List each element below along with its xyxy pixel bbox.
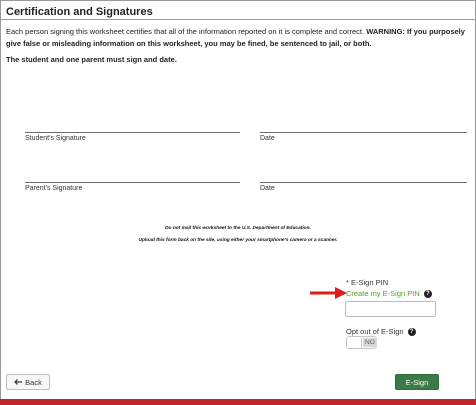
opt-out-toggle[interactable]: NO xyxy=(346,336,377,349)
toggle-knob[interactable] xyxy=(347,337,362,348)
esign-button[interactable]: E-Sign xyxy=(395,374,439,390)
student-signature-label: Student's Signature xyxy=(25,135,86,142)
back-button-label: Back xyxy=(25,377,42,387)
signing-requirement: The student and one parent must sign and… xyxy=(6,55,177,64)
certification-text: Each person signing this worksheet certi… xyxy=(6,26,468,50)
upload-note: Upload this form back on the site, using… xyxy=(138,238,338,243)
create-pin-link[interactable]: Create my E-Sign PIN ? xyxy=(346,289,432,299)
student-date-line xyxy=(260,132,467,133)
help-icon[interactable]: ? xyxy=(423,290,432,299)
arrow-left-icon xyxy=(14,379,23,385)
esign-pin-label-text: E-Sign PIN xyxy=(351,278,389,287)
create-pin-link-text[interactable]: Create my E-Sign PIN xyxy=(346,289,420,298)
footer-bar xyxy=(0,399,476,405)
esign-pin-input[interactable] xyxy=(345,301,436,317)
parent-date-line xyxy=(260,182,467,183)
esign-pin-label: * E-Sign PIN xyxy=(346,278,388,287)
section-title: Certification and Signatures xyxy=(6,6,153,18)
parent-signature-line xyxy=(25,182,240,183)
title-divider xyxy=(0,19,476,20)
opt-out-label-text: Opt out of E-Sign xyxy=(346,327,404,336)
student-signature-line xyxy=(25,132,240,133)
required-marker: * xyxy=(346,278,349,287)
parent-signature-label: Parent's Signature xyxy=(25,185,83,192)
do-not-mail-note: Do not mail this worksheet to the U.S. D… xyxy=(165,226,311,231)
student-date-label: Date xyxy=(260,135,275,142)
help-icon[interactable]: ? xyxy=(407,328,416,337)
toggle-state-label: NO xyxy=(363,338,377,347)
opt-out-label: Opt out of E-Sign ? xyxy=(346,327,416,337)
esign-button-label: E-Sign xyxy=(405,377,429,387)
certification-intro: Each person signing this worksheet certi… xyxy=(6,27,367,36)
back-button[interactable]: Back xyxy=(6,374,50,390)
red-arrow-icon xyxy=(310,287,347,299)
parent-date-label: Date xyxy=(260,185,275,192)
